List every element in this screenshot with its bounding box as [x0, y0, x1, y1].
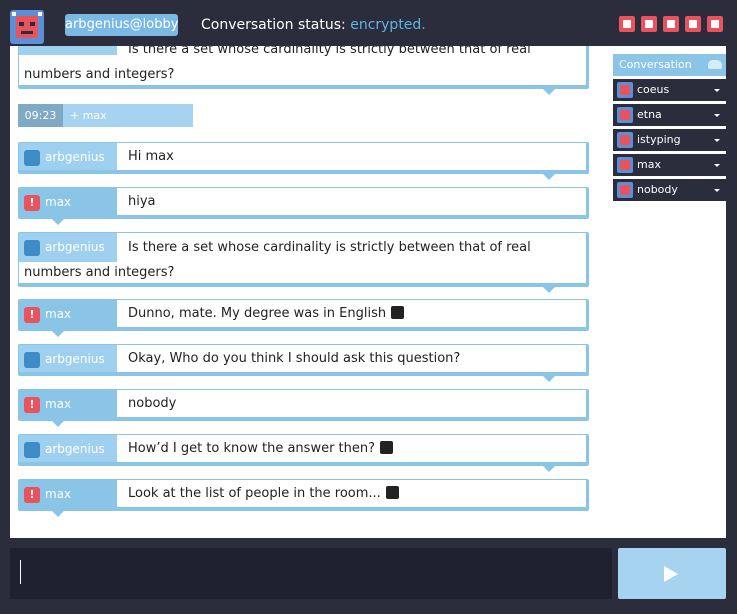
sound-icon[interactable] — [685, 16, 701, 32]
chevron-down-icon[interactable] — [714, 89, 720, 92]
message-author: arbgenius — [19, 143, 117, 170]
user-avatar — [617, 107, 633, 123]
app-window: arbgenius@lobby Conversation status: enc… — [4, 4, 733, 610]
message-item: arbgenius How’d I get to know the answer… — [18, 434, 589, 472]
message-item: max Dunno, mate. My degree was in Englis… — [18, 299, 589, 337]
chevron-down-icon[interactable] — [714, 139, 720, 142]
chat-icon[interactable] — [663, 16, 679, 32]
user-item-nobody[interactable]: nobody — [613, 179, 726, 201]
message-item: arbgenius Hi max — [18, 142, 589, 180]
message-author: max — [19, 480, 117, 507]
header-toolbar — [619, 16, 723, 32]
message-text: nobody — [128, 396, 177, 411]
message-text: Dunno, mate. My degree was in English — [128, 300, 579, 328]
message-input[interactable] — [10, 548, 612, 599]
message-author: arbgenius — [19, 435, 117, 462]
join-time: 09:23 — [18, 104, 63, 127]
user-avatar — [617, 182, 633, 198]
message-list[interactable]: Is there a set whose cardinality is stri… — [10, 46, 600, 538]
user-icon — [24, 352, 40, 368]
message-text: Is there a set whose cardinality is stri… — [24, 46, 531, 82]
user-icon — [24, 150, 40, 166]
conversation-status: Conversation status: encrypted. — [201, 17, 426, 33]
cat-emoji-icon — [391, 306, 405, 319]
eject-icon[interactable] — [707, 16, 723, 32]
message-text: Okay, Who do you think I should ask this… — [128, 351, 461, 366]
message-item: max Look at the list of people in the ro… — [18, 479, 589, 517]
join-notice: 09:23 + max — [18, 104, 193, 127]
user-item-coeus[interactable]: coeus — [613, 79, 726, 101]
join-text: + max — [70, 109, 107, 122]
user-avatar — [617, 132, 633, 148]
user-avatar — [617, 157, 633, 173]
message-item: Is there a set whose cardinality is stri… — [18, 46, 589, 95]
cat-emoji-icon — [385, 486, 399, 499]
message-text: Hi max — [128, 149, 174, 164]
message-author: max — [19, 300, 117, 327]
message-item: arbgenius Is there a set whose cardinali… — [18, 232, 589, 293]
alert-icon — [24, 195, 40, 211]
message-author: max — [19, 188, 117, 215]
chevron-down-icon[interactable] — [714, 189, 720, 192]
alert-icon — [24, 307, 40, 323]
message-item: max hiya — [18, 187, 589, 225]
send-icon — [664, 566, 678, 582]
alert-icon — [24, 487, 40, 503]
smiley-icon[interactable] — [619, 16, 635, 32]
user-item-etna[interactable]: etna — [613, 104, 726, 126]
people-icon — [708, 60, 722, 69]
message-author: arbgenius — [19, 345, 117, 372]
user-list: Conversation coeus etna istyping max nob… — [613, 54, 726, 204]
user-item-istyping[interactable]: istyping — [613, 129, 726, 151]
nick-badge[interactable]: arbgenius@lobby — [65, 14, 178, 36]
status-label: Conversation status: — [201, 17, 346, 33]
main-area: Is there a set whose cardinality is stri… — [10, 46, 726, 538]
message-author: max — [19, 390, 117, 417]
message-item: arbgenius Okay, Who do you think I shoul… — [18, 344, 589, 382]
message-text: How’d I get to know the answer then? — [128, 435, 579, 463]
user-icon — [24, 442, 40, 458]
cat-emoji-icon — [380, 441, 394, 454]
user-avatar — [617, 82, 633, 98]
avatar[interactable] — [10, 10, 44, 44]
user-item-max[interactable]: max — [613, 154, 726, 176]
message-text: Is there a set whose cardinality is stri… — [24, 240, 531, 280]
message-item: max nobody — [18, 389, 589, 427]
send-button[interactable] — [618, 548, 726, 599]
header: arbgenius@lobby Conversation status: enc… — [4, 4, 733, 46]
user-list-header: Conversation — [613, 54, 726, 76]
filter-icon[interactable] — [641, 16, 657, 32]
message-text: hiya — [128, 194, 156, 209]
chevron-down-icon[interactable] — [714, 114, 720, 117]
chevron-down-icon[interactable] — [714, 164, 720, 167]
message-text: Look at the list of people in the room..… — [128, 480, 579, 508]
alert-icon — [24, 397, 40, 413]
status-value: encrypted. — [350, 17, 426, 33]
text-cursor — [20, 560, 21, 584]
